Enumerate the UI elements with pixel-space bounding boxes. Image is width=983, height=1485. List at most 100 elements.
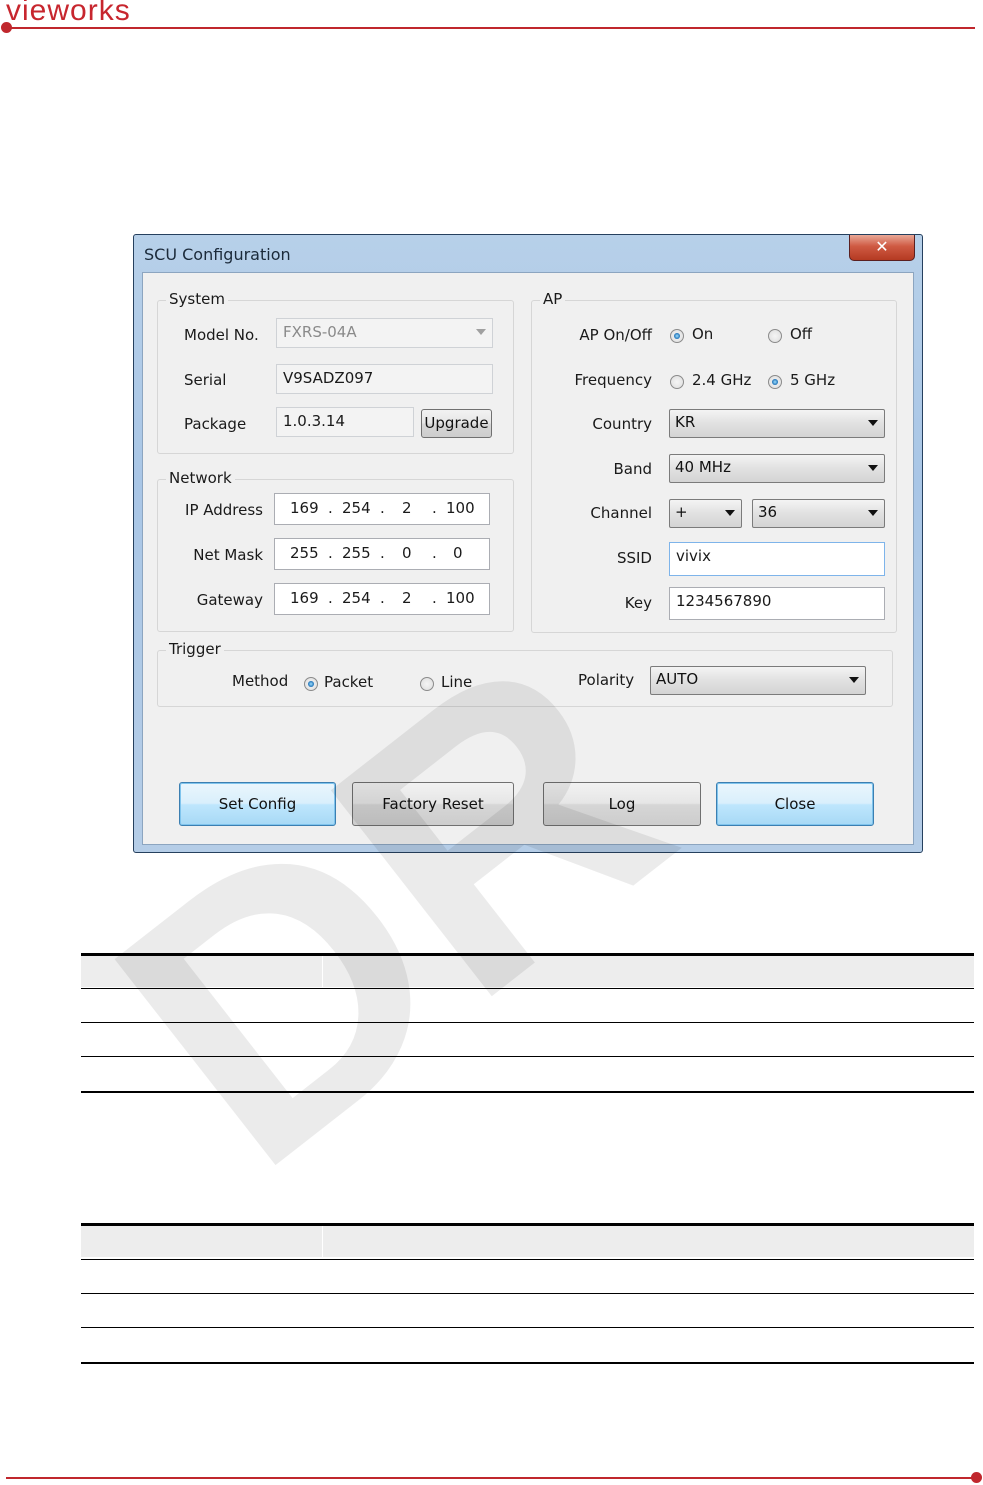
network-group-title: Network: [166, 469, 235, 487]
ssid-label: SSID: [616, 549, 652, 567]
country-label: Country: [592, 415, 652, 433]
channel-sign-dropdown[interactable]: +: [669, 499, 742, 528]
key-label: Key: [624, 594, 652, 612]
freq-5ghz-radio[interactable]: [768, 375, 782, 389]
net-mask-input[interactable]: 255 . 255 . 0 . 0: [274, 538, 490, 570]
method-packet-radio[interactable]: [304, 677, 318, 691]
model-no-value: FXRS-04A: [283, 323, 357, 341]
ap-group: AP AP On/Off On Off Frequency 2.4 GHz 5 …: [531, 290, 897, 633]
ap-on-label: On: [692, 325, 714, 343]
freq-2-4ghz-radio[interactable]: [670, 375, 684, 389]
scu-configuration-window: SCU Configuration ✕ System Model No. FXR…: [133, 234, 923, 853]
polarity-value: AUTO: [656, 670, 699, 688]
trigger-group: Trigger Method Packet Line Polarity AUTO: [157, 640, 893, 707]
method-line-radio[interactable]: [420, 677, 434, 691]
method-line-label: Line: [441, 673, 473, 691]
country-value: KR: [675, 413, 696, 431]
ip-octet-3: 2: [402, 499, 412, 517]
gateway-dot-2: .: [380, 589, 385, 607]
log-button[interactable]: Log: [543, 782, 701, 826]
polarity-label: Polarity: [578, 671, 635, 689]
serial-field[interactable]: V9SADZ097: [276, 364, 493, 394]
key-input[interactable]: 1234567890: [669, 587, 885, 620]
vieworks-logo: vieworks: [6, 0, 131, 27]
upgrade-button[interactable]: Upgrade: [421, 409, 492, 438]
freq-2-4ghz-label: 2.4 GHz: [692, 371, 752, 389]
system-group-title: System: [166, 290, 228, 308]
freq-5ghz-label: 5 GHz: [790, 371, 836, 389]
mask-dot-1: .: [328, 544, 333, 562]
mask-octet-3: 0: [402, 544, 412, 562]
gateway-octet-1: 169: [290, 589, 319, 607]
header-rule-dot: [1, 22, 12, 33]
chevron-down-icon: [725, 510, 735, 516]
gateway-dot-1: .: [328, 589, 333, 607]
network-group: Network IP Address 169 . 254 . 2 . 100 N…: [157, 469, 514, 632]
country-dropdown[interactable]: KR: [669, 409, 885, 438]
footer-rule-dot: [971, 1472, 982, 1483]
serial-label: Serial: [184, 371, 227, 389]
net-mask-label: Net Mask: [193, 546, 263, 564]
channel-sign-value: +: [675, 503, 688, 521]
mask-dot-3: .: [432, 544, 437, 562]
package-label: Package: [184, 415, 247, 433]
ip-octet-1: 169: [290, 499, 319, 517]
mask-dot-2: .: [380, 544, 385, 562]
gateway-octet-3: 2: [402, 589, 412, 607]
system-group: System Model No. FXRS-04A Serial V9SADZ0…: [157, 290, 514, 454]
model-no-dropdown[interactable]: FXRS-04A: [276, 318, 493, 348]
mask-octet-2: 255: [342, 544, 371, 562]
ap-on-radio[interactable]: [670, 329, 684, 343]
frequency-label: Frequency: [574, 371, 653, 389]
gateway-input[interactable]: 169 . 254 . 2 . 100: [274, 583, 490, 615]
table-row: [81, 1057, 974, 1093]
set-config-button[interactable]: Set Config: [179, 782, 336, 826]
channel-number-dropdown[interactable]: 36: [752, 499, 885, 528]
package-field[interactable]: 1.0.3.14: [276, 407, 414, 437]
ip-octet-2: 254: [342, 499, 371, 517]
ap-group-title: AP: [540, 290, 566, 308]
factory-reset-button[interactable]: Factory Reset: [352, 782, 514, 826]
polarity-dropdown[interactable]: AUTO: [650, 666, 866, 695]
table-row: [81, 953, 974, 989]
table-row: [81, 1294, 974, 1328]
window-title: SCU Configuration: [144, 245, 291, 264]
ip-dot-2: .: [380, 499, 385, 517]
table-row: [81, 1328, 974, 1364]
ssid-input[interactable]: vivix: [669, 542, 885, 576]
table-row: [81, 1223, 974, 1260]
table-row: [81, 989, 974, 1023]
mask-octet-1: 255: [290, 544, 319, 562]
channel-label: Channel: [590, 504, 652, 522]
table-1: [81, 953, 974, 1093]
footer-rule: [6, 1477, 975, 1479]
band-dropdown[interactable]: 40 MHz: [669, 454, 885, 483]
ip-address-label: IP Address: [185, 501, 263, 519]
ip-dot-3: .: [432, 499, 437, 517]
table-2: [81, 1223, 974, 1364]
chevron-down-icon: [849, 677, 859, 683]
dialog-client-area: System Model No. FXRS-04A Serial V9SADZ0…: [142, 272, 914, 845]
ip-octet-4: 100: [446, 499, 475, 517]
channel-number-value: 36: [758, 503, 778, 521]
band-label: Band: [613, 460, 652, 478]
trigger-group-title: Trigger: [166, 640, 224, 658]
chevron-down-icon: [476, 329, 486, 335]
ap-off-label: Off: [790, 325, 813, 343]
close-icon: ✕: [875, 237, 889, 256]
gateway-dot-3: .: [432, 589, 437, 607]
ap-off-radio[interactable]: [768, 329, 782, 343]
method-label: Method: [232, 672, 289, 690]
mask-octet-4: 0: [453, 544, 463, 562]
chevron-down-icon: [868, 510, 878, 516]
window-close-button[interactable]: ✕: [849, 235, 915, 261]
table-row: [81, 1260, 974, 1294]
ap-onoff-label: AP On/Off: [579, 326, 652, 344]
close-button[interactable]: Close: [716, 782, 874, 826]
chevron-down-icon: [868, 465, 878, 471]
band-value: 40 MHz: [675, 458, 731, 476]
table-row: [81, 1023, 974, 1057]
ip-address-input[interactable]: 169 . 254 . 2 . 100: [274, 493, 490, 525]
header-rule: [6, 27, 975, 29]
model-no-label: Model No.: [184, 326, 259, 344]
